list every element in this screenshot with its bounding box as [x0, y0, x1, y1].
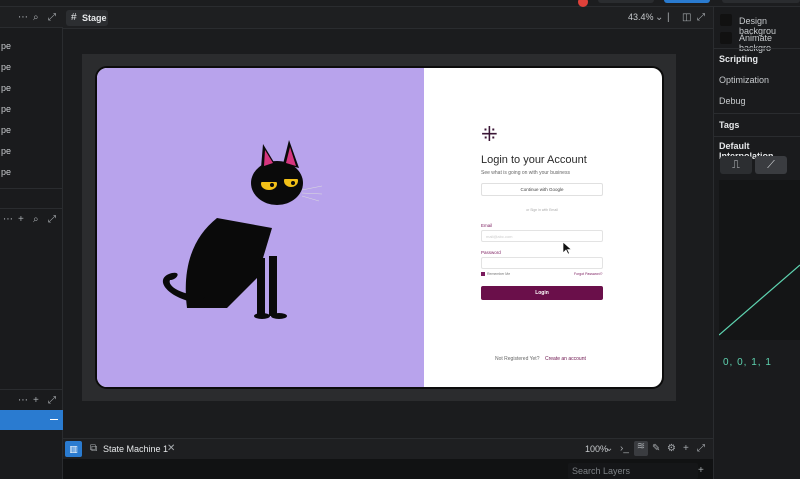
- hash-icon: #: [71, 12, 77, 23]
- chevron-down-icon[interactable]: ⌄: [605, 443, 613, 455]
- scripting-section[interactable]: Scripting: [719, 54, 758, 64]
- minus-icon[interactable]: [50, 419, 58, 420]
- top-tab-active[interactable]: [664, 0, 710, 3]
- chevron-down-icon[interactable]: ⌄: [655, 12, 663, 24]
- stage-header: [63, 7, 713, 29]
- linear-interpolation-icon[interactable]: ⟋: [755, 156, 787, 174]
- list-item[interactable]: pe: [0, 57, 63, 78]
- interpolation-curve: [718, 264, 800, 336]
- expand-icon[interactable]: ⤢: [48, 395, 56, 407]
- not-registered-text: Not Registered Yet?: [495, 356, 540, 362]
- login-form: ⁜ Login to your Account See what is goin…: [95, 66, 664, 389]
- add-icon[interactable]: +: [698, 465, 704, 477]
- zoom-level[interactable]: 43.4%: [628, 12, 654, 22]
- more-icon[interactable]: ⋯: [18, 395, 28, 407]
- divider: [0, 188, 63, 189]
- layers-icon[interactable]: ≋: [634, 441, 648, 456]
- list-item[interactable]: pe: [0, 141, 63, 162]
- google-login-button[interactable]: Continue with Google: [481, 183, 603, 196]
- more-icon[interactable]: ⋯: [3, 214, 13, 226]
- interpolation-graph[interactable]: [718, 180, 800, 340]
- top-tab[interactable]: [598, 0, 654, 3]
- close-icon[interactable]: ✕: [167, 443, 175, 455]
- list-item[interactable]: pe: [0, 120, 63, 141]
- tags-section[interactable]: Tags: [719, 120, 739, 130]
- divider: [0, 208, 63, 209]
- login-button[interactable]: Login: [481, 286, 603, 300]
- expand-icon[interactable]: ⤢: [697, 12, 705, 24]
- debug-section[interactable]: Debug: [719, 96, 746, 106]
- tab-state-machine[interactable]: State Machine 1: [103, 441, 168, 457]
- console-icon[interactable]: ›_: [620, 443, 629, 455]
- search-icon[interactable]: ⌕: [33, 12, 39, 24]
- add-icon[interactable]: +: [683, 443, 689, 455]
- password-label: Password: [481, 250, 501, 255]
- cursor-icon: [563, 242, 572, 255]
- expand-icon[interactable]: ⤢: [48, 214, 56, 226]
- top-tab[interactable]: [722, 0, 800, 3]
- state-machine-icon: ⧉: [90, 443, 98, 454]
- divider: [713, 48, 800, 49]
- search-icon[interactable]: ⌕: [33, 214, 39, 226]
- remember-label: Remember Me: [487, 272, 511, 276]
- more-icon[interactable]: ⋯: [18, 12, 28, 24]
- expand-icon[interactable]: ⤢: [697, 443, 705, 455]
- optimization-section[interactable]: Optimization: [719, 75, 769, 85]
- divider: [713, 136, 800, 137]
- remember-checkbox[interactable]: [481, 272, 485, 276]
- forgot-password-link[interactable]: Forgot Password?: [574, 272, 602, 276]
- separator-icon: |: [667, 12, 670, 23]
- animate-background-label: Animate backgro: [739, 33, 773, 53]
- interpolation-values: 0, 0, 1, 1: [723, 357, 772, 368]
- divider-text: or Sign in with Email: [526, 208, 558, 212]
- email-field[interactable]: mail@abc.com: [481, 230, 603, 242]
- edit-icon[interactable]: ✎: [652, 443, 660, 455]
- selected-row[interactable]: [0, 410, 63, 430]
- panel-toggle-icon[interactable]: ▥: [65, 441, 82, 457]
- password-field[interactable]: [481, 257, 603, 269]
- brand-logo-icon: ⁜: [481, 124, 498, 146]
- divider: [0, 389, 63, 390]
- add-icon[interactable]: +: [18, 214, 24, 226]
- email-label: Email: [481, 223, 493, 228]
- login-title: Login to your Account: [481, 154, 587, 166]
- login-subtitle: See what is going on with your business: [481, 170, 570, 176]
- animate-background-checkbox[interactable]: [720, 32, 732, 44]
- divider: [713, 113, 800, 114]
- create-account-link[interactable]: Create an account: [545, 356, 586, 362]
- list-item[interactable]: pe: [0, 162, 63, 183]
- split-view-icon[interactable]: ◫: [682, 12, 691, 24]
- list-item[interactable]: pe: [0, 36, 63, 57]
- settings-icon[interactable]: ⚙: [667, 443, 676, 455]
- expand-icon[interactable]: ⤢: [48, 12, 56, 24]
- hold-interpolation-icon[interactable]: ⎍: [720, 156, 752, 174]
- design-background-checkbox[interactable]: [720, 14, 732, 26]
- search-layers-input[interactable]: Search Layers: [568, 463, 698, 479]
- list-item[interactable]: pe: [0, 99, 63, 120]
- list-item[interactable]: pe: [0, 78, 63, 99]
- add-icon[interactable]: +: [33, 395, 39, 407]
